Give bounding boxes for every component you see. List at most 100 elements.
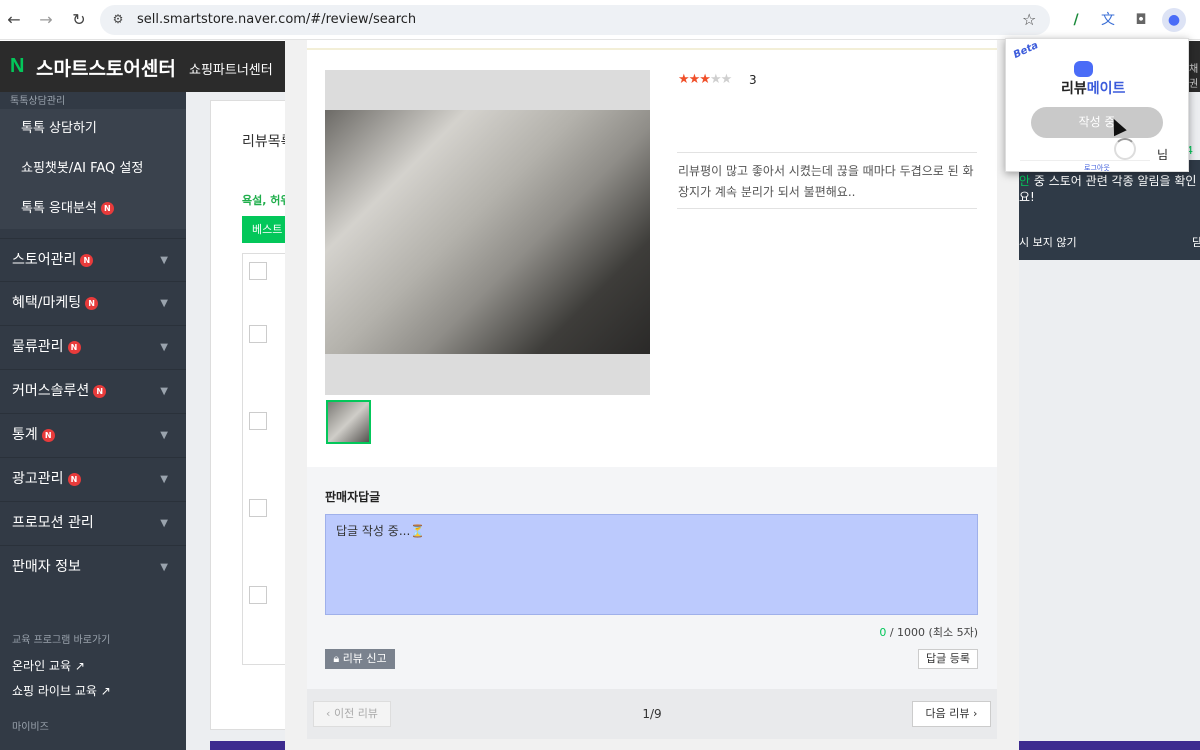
lock-icon: 🔒︎: [333, 652, 340, 665]
review-photo[interactable]: [325, 70, 650, 395]
review-photo-image: [325, 110, 650, 354]
browser-toolbar: ← → ↻ ⚙ sell.smartstore.naver.com/#/revi…: [0, 0, 1200, 40]
sidebar: 톡톡상담관리 톡톡 상담하기 쇼핑챗봇/AI FAQ 설정 톡톡 응대분석 N 스…: [0, 92, 186, 750]
sidebar-item-label: 물류관리: [12, 339, 64, 355]
new-badge: N: [100, 202, 114, 215]
new-badge: N: [93, 384, 107, 398]
row-checkbox[interactable]: [249, 325, 267, 343]
sidebar-item-label: 판매자 정보: [12, 559, 81, 575]
next-review-label: 다음 리뷰: [925, 707, 970, 720]
divider: [677, 208, 977, 209]
register-reply-button[interactable]: 답글 등록: [918, 649, 978, 669]
back-icon[interactable]: ←: [2, 8, 26, 32]
sidebar-item-label: 혜택/마케팅: [12, 295, 82, 311]
page-indicator: 1/9: [642, 707, 662, 721]
new-badge: N: [67, 472, 81, 486]
sidebar-item-marketing[interactable]: 혜택/마케팅 N ▼: [0, 281, 186, 324]
sidebar-item-label: 프로모션 관리: [12, 515, 94, 531]
sidebar-item-store[interactable]: 스토어관리 N ▼: [0, 238, 186, 281]
rating-stars: ★★★★★: [678, 72, 732, 87]
reply-textarea[interactable]: [325, 514, 978, 615]
row-checkbox[interactable]: [249, 412, 267, 430]
mybiz-section-title: 마이비즈: [12, 722, 49, 733]
best-review-button[interactable]: 베스트리: [242, 216, 287, 263]
chevron-left-icon: ‹: [326, 707, 331, 720]
edge-text: 채권: [1189, 64, 1199, 90]
char-count-limit: / 1000 (최소 5자): [886, 626, 978, 639]
rating-score: 3: [749, 73, 757, 87]
sidebar-item-commerce[interactable]: 커머스솔루션 N ▼: [0, 369, 186, 412]
chevron-down-icon: ▼: [160, 430, 168, 441]
chevron-down-icon: ▼: [160, 562, 168, 573]
close-notification[interactable]: 닫: [1192, 234, 1200, 250]
forward-icon[interactable]: →: [34, 8, 58, 32]
report-review-label: 리뷰 신고: [342, 652, 387, 665]
next-review-button[interactable]: 다음 리뷰 ›: [912, 701, 991, 727]
edu-section-title: 교육 프로그램 바로가기: [12, 635, 111, 646]
loading-spinner-icon: [1114, 138, 1136, 160]
chevron-right-icon: ›: [973, 707, 978, 720]
star-empty-icon: ★★: [709, 72, 732, 87]
reload-icon[interactable]: ↻: [67, 8, 91, 32]
sidebar-subitem-label: 톡톡 응대분석: [21, 201, 97, 216]
new-badge: N: [80, 253, 94, 267]
partner-center-link[interactable]: 쇼핑파트너센터: [189, 59, 273, 78]
review-text: 리뷰평이 많고 좋아서 시켰는데 끊을 때마다 두겹으로 된 화장지가 계속 분…: [678, 164, 974, 199]
user-suffix: 님: [1157, 148, 1169, 162]
sidebar-subitem-chatbot[interactable]: 쇼핑챗봇/AI FAQ 설정: [0, 149, 186, 189]
chevron-down-icon: ▼: [160, 474, 168, 485]
chevron-down-icon: ▼: [160, 342, 168, 353]
prev-review-label: 이전 리뷰: [333, 707, 378, 720]
star-icon: ★★★: [678, 72, 711, 87]
sidebar-section-cut: 톡톡상담관리: [10, 96, 66, 107]
sidebar-subitem-analysis[interactable]: 톡톡 응대분석 N: [0, 189, 186, 229]
popup-title: 리뷰메이트: [1061, 81, 1126, 97]
divider: [677, 152, 977, 153]
sidebar-item-stats[interactable]: 통계 N ▼: [0, 413, 186, 456]
sidebar-item-promotion[interactable]: 프로모션 관리 ▼: [0, 501, 186, 544]
writing-button[interactable]: 작성 중: [1031, 107, 1163, 138]
camera-icon[interactable]: ◘: [1129, 8, 1153, 32]
chevron-down-icon: ▼: [160, 255, 168, 266]
select-all-checkbox[interactable]: [249, 262, 267, 280]
dont-show-again[interactable]: 시 보지 않기: [1019, 234, 1077, 250]
reviewmate-extension-icon[interactable]: ●: [1162, 8, 1186, 32]
sidebar-item-label: 광고관리: [12, 471, 64, 487]
reviewmate-logo-icon: [1074, 61, 1093, 77]
sidebar-item-logistics[interactable]: 물류관리 N ▼: [0, 325, 186, 368]
review-photo-thumbnail[interactable]: [326, 400, 371, 444]
row-checkbox[interactable]: [249, 586, 267, 604]
notification-text-1: 안 중 스토어 관련 각종 알림을 확인: [1019, 174, 1197, 188]
new-badge: N: [41, 428, 55, 442]
sidebar-item-label: 커머스솔루션: [12, 383, 90, 399]
new-badge: N: [67, 340, 81, 354]
site-info-icon[interactable]: ⚙: [110, 12, 126, 28]
notification-text-2: 요!: [1019, 190, 1035, 204]
sidebar-subitem-talk[interactable]: 톡톡 상담하기: [0, 109, 186, 149]
sidebar-item-label: 통계: [12, 427, 38, 443]
address-bar[interactable]: ⚙ sell.smartstore.naver.com/#/review/sea…: [100, 5, 1050, 35]
extension-pen-icon[interactable]: /: [1064, 8, 1088, 32]
sidebar-item-ads[interactable]: 광고관리 N ▼: [0, 457, 186, 500]
modal-top-strip: [307, 40, 997, 50]
chevron-down-icon: ▼: [160, 518, 168, 529]
bookmark-star-icon[interactable]: ☆: [1022, 10, 1036, 29]
naver-logo-icon[interactable]: N: [10, 55, 30, 77]
chevron-down-icon: ▼: [160, 386, 168, 397]
sidebar-item-label: 스토어관리: [12, 252, 77, 268]
reply-label: 판매자답글: [325, 490, 381, 504]
prev-review-button[interactable]: ‹ 이전 리뷰: [313, 701, 391, 727]
row-checkbox[interactable]: [249, 499, 267, 517]
translate-icon[interactable]: 文: [1096, 8, 1120, 32]
brand-title[interactable]: 스마트스토어센터: [36, 54, 176, 81]
new-badge: N: [85, 296, 99, 310]
url-text[interactable]: sell.smartstore.naver.com/#/review/searc…: [137, 12, 416, 27]
chevron-down-icon: ▼: [160, 298, 168, 309]
sidebar-item-seller-info[interactable]: 판매자 정보 ▼: [0, 545, 186, 588]
warning-text: 욕설, 허위: [242, 194, 291, 207]
char-counter: 0 / 1000 (최소 5자): [860, 624, 978, 640]
online-edu-link[interactable]: 온라인 교육 ↗: [12, 657, 85, 674]
logout-link[interactable]: 로그아웃: [1084, 163, 1110, 173]
report-review-button[interactable]: 🔒︎ 리뷰 신고: [325, 649, 395, 669]
live-edu-link[interactable]: 쇼핑 라이브 교육 ↗: [12, 682, 111, 699]
